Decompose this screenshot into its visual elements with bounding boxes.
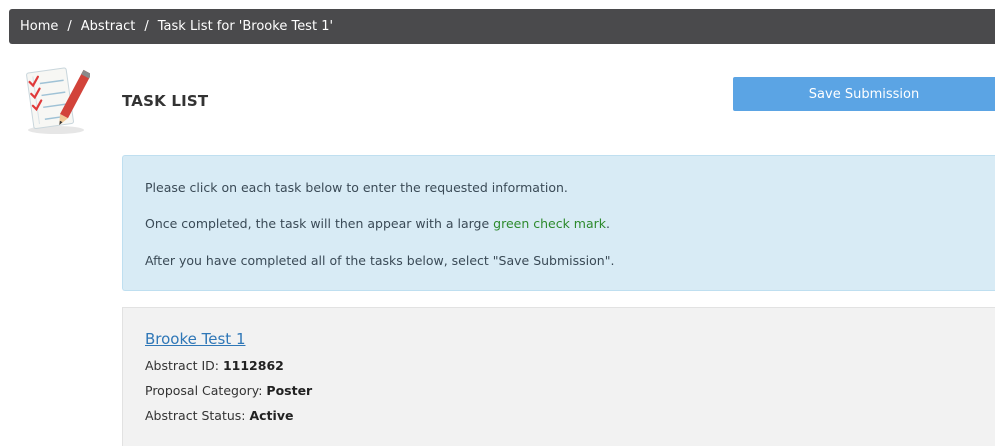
abstract-id-value: 1112862 [222, 358, 284, 373]
instruction-text: Once completed, the task will then appea… [145, 216, 494, 231]
proposal-category-row: Proposal Category: Poster [145, 383, 312, 398]
instruction-text: . [606, 216, 610, 231]
abstract-status-value: Active [249, 408, 294, 423]
proposal-category-value: Poster [266, 383, 313, 398]
abstract-status-label: Abstract Status: [145, 408, 250, 423]
instruction-line: Please click on each task below to enter… [145, 180, 568, 195]
instruction-line: Once completed, the task will then appea… [145, 216, 610, 231]
abstract-id-label: Abstract ID: [145, 358, 223, 373]
proposal-category-label: Proposal Category: [145, 383, 267, 398]
save-submission-button[interactable]: Save Submission [733, 77, 995, 111]
breadcrumb-current: Task List for 'Brooke Test 1' [157, 19, 334, 34]
breadcrumb-separator: / [144, 19, 149, 34]
breadcrumb-separator: / [67, 19, 72, 34]
checklist-pencil-icon [20, 62, 92, 136]
abstract-id-row: Abstract ID: 1112862 [145, 358, 284, 373]
abstract-title-link[interactable]: Brooke Test 1 [145, 330, 245, 348]
breadcrumb-home-link[interactable]: Home [20, 19, 58, 34]
breadcrumb: Home / Abstract / Task List for 'Brooke … [9, 9, 995, 44]
instructions-box: Please click on each task below to enter… [122, 155, 995, 291]
abstract-status-row: Abstract Status: Active [145, 408, 293, 423]
instruction-line: After you have completed all of the task… [145, 253, 615, 268]
breadcrumb-abstract-link[interactable]: Abstract [81, 19, 136, 34]
abstract-panel: Brooke Test 1 Abstract ID: 1112862 Propo… [122, 307, 995, 446]
page-title: TASK LIST [122, 92, 209, 110]
green-check-mark-text: green check mark [493, 216, 607, 231]
